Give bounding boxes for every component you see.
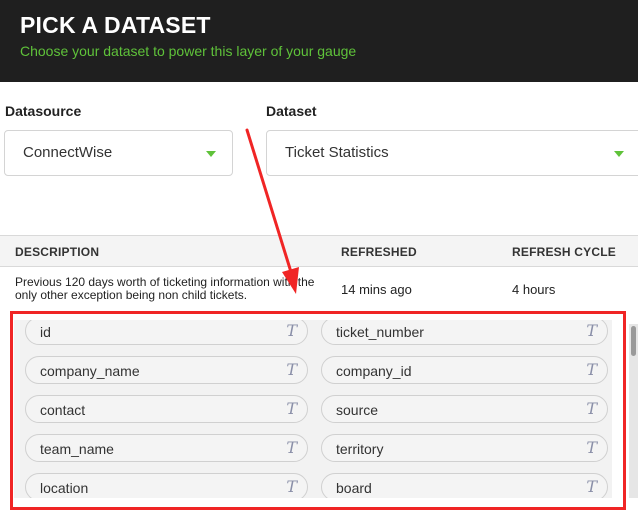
text-type-icon: T: [286, 438, 297, 457]
field-list: id T ticket_number T company_name T comp…: [14, 320, 612, 498]
datasource-label: Datasource: [5, 103, 82, 119]
column-refresh-cycle: REFRESH CYCLE: [512, 245, 616, 259]
dataset-refresh-cycle: 4 hours: [512, 282, 556, 297]
column-description: DESCRIPTION: [15, 245, 100, 259]
field-chip[interactable]: board T: [321, 473, 608, 498]
text-type-icon: T: [586, 399, 597, 418]
text-type-icon: T: [586, 321, 597, 340]
field-name: location: [40, 480, 89, 496]
field-chip[interactable]: contact T: [25, 395, 308, 423]
field-chip[interactable]: source T: [321, 395, 608, 423]
field-name: id: [40, 324, 51, 340]
text-type-icon: T: [286, 399, 297, 418]
text-type-icon: T: [286, 477, 297, 496]
dataset-description: Previous 120 days worth of ticketing inf…: [15, 275, 315, 302]
page-subtitle: Choose your dataset to power this layer …: [20, 43, 357, 59]
text-type-icon: T: [586, 477, 597, 496]
field-name: board: [336, 480, 372, 496]
scrollbar-thumb[interactable]: [631, 326, 636, 356]
field-chip[interactable]: ticket_number T: [321, 320, 608, 345]
text-type-icon: T: [586, 360, 597, 379]
column-refreshed: REFRESHED: [341, 245, 417, 259]
field-name: contact: [40, 402, 86, 418]
field-chip[interactable]: id T: [25, 320, 308, 345]
page-header: PICK A DATASET Choose your dataset to po…: [0, 0, 638, 82]
chevron-down-icon: [614, 151, 624, 157]
dataset-select[interactable]: Ticket Statistics: [266, 130, 638, 176]
datasource-value: ConnectWise: [23, 144, 113, 161]
field-chip[interactable]: company_id T: [321, 356, 608, 384]
field-name: territory: [336, 441, 384, 457]
text-type-icon: T: [586, 438, 597, 457]
chevron-down-icon: [206, 151, 216, 157]
text-type-icon: T: [286, 360, 297, 379]
field-chip[interactable]: location T: [25, 473, 308, 498]
field-name: ticket_number: [336, 324, 424, 340]
dataset-refreshed: 14 mins ago: [341, 282, 412, 297]
table-header: DESCRIPTION REFRESHED REFRESH CYCLE: [0, 235, 638, 267]
datasource-select[interactable]: ConnectWise: [4, 130, 233, 176]
field-chip[interactable]: team_name T: [25, 434, 308, 462]
dataset-label: Dataset: [266, 103, 317, 119]
field-name: team_name: [40, 441, 114, 457]
dataset-value: Ticket Statistics: [285, 144, 389, 161]
field-chip[interactable]: territory T: [321, 434, 608, 462]
field-name: company_name: [40, 363, 140, 379]
field-list-scrollbar[interactable]: [629, 324, 638, 498]
text-type-icon: T: [286, 321, 297, 340]
field-chip[interactable]: company_name T: [25, 356, 308, 384]
field-name: source: [336, 402, 379, 418]
page-title: PICK A DATASET: [20, 12, 211, 38]
field-name: company_id: [336, 363, 412, 379]
